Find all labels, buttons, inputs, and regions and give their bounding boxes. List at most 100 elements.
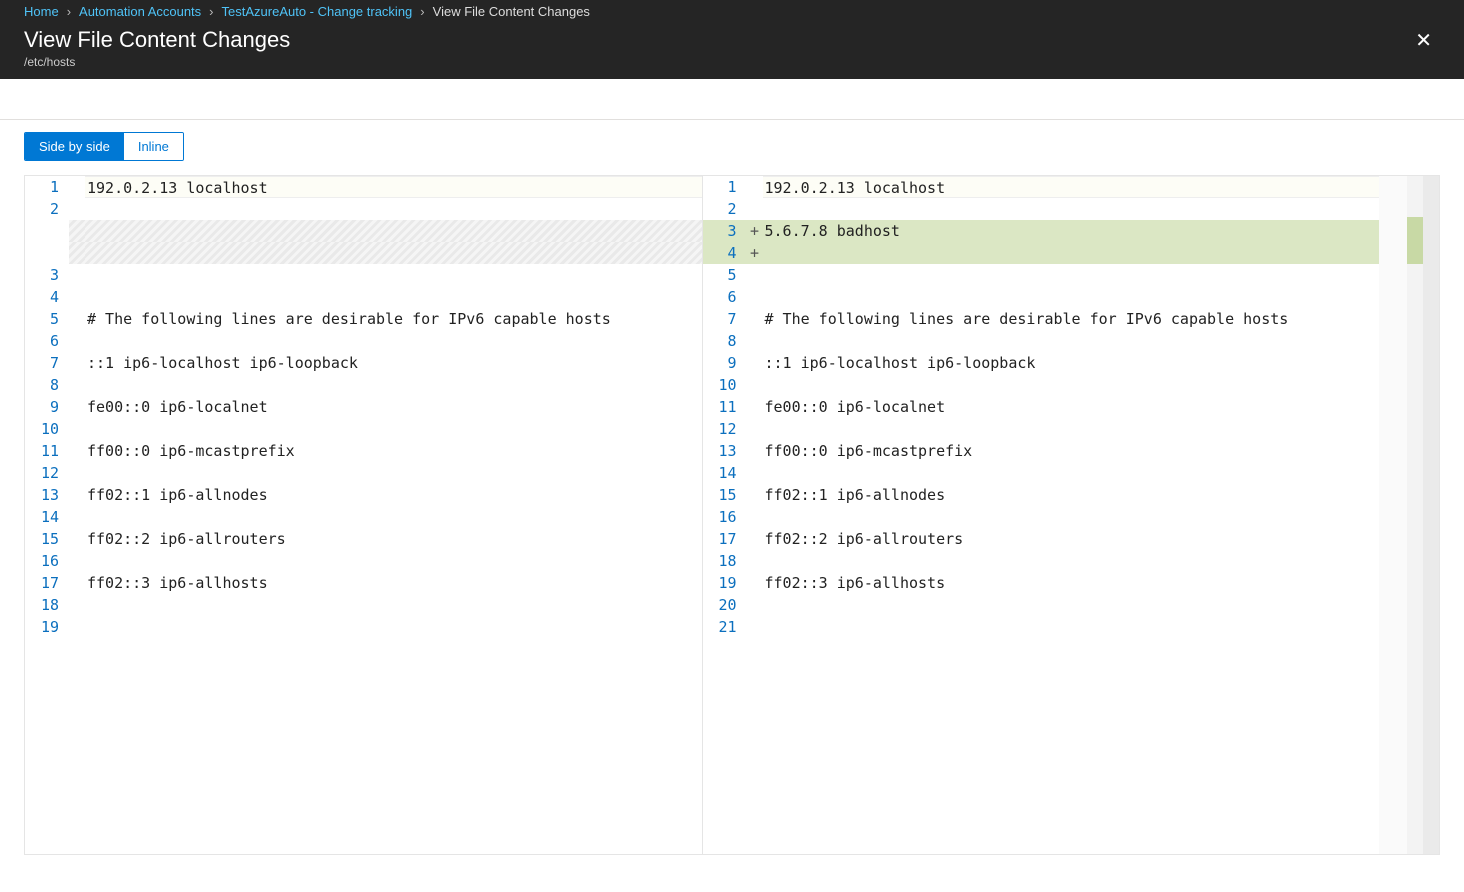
diff-marker bbox=[69, 418, 85, 440]
diff-line[interactable]: 11fe00::0 ip6-localnet bbox=[703, 396, 1380, 418]
line-number: 10 bbox=[25, 418, 69, 440]
code-content: ff00::0 ip6-mcastprefix bbox=[763, 440, 1380, 462]
diff-line[interactable]: 5# The following lines are desirable for… bbox=[25, 308, 702, 330]
code-content bbox=[85, 330, 702, 352]
line-number: 4 bbox=[25, 286, 69, 308]
code-content bbox=[763, 198, 1380, 220]
diff-line[interactable]: 4+ bbox=[703, 242, 1380, 264]
line-number: 16 bbox=[703, 506, 747, 528]
diff-line[interactable]: 20 bbox=[703, 594, 1380, 616]
breadcrumb: Home › Automation Accounts › TestAzureAu… bbox=[0, 0, 1464, 23]
diff-pane-left[interactable]: 1192.0.2.13 localhost2 345# The following… bbox=[25, 176, 703, 854]
diff-container: 1192.0.2.13 localhost2345# The following… bbox=[24, 175, 1440, 855]
scrollbar-vertical[interactable] bbox=[1423, 176, 1439, 854]
code-content: ff02::3 ip6-allhosts bbox=[763, 572, 1380, 594]
line-number bbox=[25, 242, 69, 264]
code-content bbox=[85, 418, 702, 440]
diff-line[interactable]: 13 ff02::1 ip6-allnodes bbox=[25, 484, 702, 506]
diff-marker bbox=[69, 330, 85, 352]
line-number: 15 bbox=[703, 484, 747, 506]
line-number: 11 bbox=[703, 396, 747, 418]
diff-line[interactable]: 5 bbox=[703, 264, 1380, 286]
diff-line[interactable]: 3+5.6.7.8 badhost bbox=[703, 220, 1380, 242]
diff-marker bbox=[69, 484, 85, 506]
diff-line[interactable]: 14 bbox=[703, 462, 1380, 484]
diff-line[interactable]: 8 bbox=[25, 374, 702, 396]
diff-line[interactable]: 11ff00::0 ip6-mcastprefix bbox=[25, 440, 702, 462]
line-number: 14 bbox=[25, 506, 69, 528]
code-content: ff02::2 ip6-allrouters bbox=[763, 528, 1380, 550]
diff-line[interactable]: 6 bbox=[703, 286, 1380, 308]
diff-overview-ruler[interactable] bbox=[1407, 176, 1423, 854]
diff-line[interactable]: 2 bbox=[703, 198, 1380, 220]
diff-line[interactable]: 12 bbox=[703, 418, 1380, 440]
code-content: fe00::0 ip6-localnet bbox=[85, 396, 702, 418]
code-content: ::1 ip6-localhost ip6-loopback bbox=[763, 352, 1380, 374]
diff-line[interactable]: 18 bbox=[25, 594, 702, 616]
diff-marker bbox=[747, 594, 763, 616]
diff-marker bbox=[747, 484, 763, 506]
line-number: 7 bbox=[25, 352, 69, 374]
diff-line[interactable] bbox=[25, 242, 702, 264]
code-content bbox=[763, 242, 1380, 264]
diff-line[interactable]: 19 ff02::3 ip6-allhosts bbox=[703, 572, 1380, 594]
diff-marker bbox=[747, 176, 763, 198]
code-content: # The following lines are desirable for … bbox=[85, 308, 702, 330]
diff-line[interactable]: 15 ff02::1 ip6-allnodes bbox=[703, 484, 1380, 506]
breadcrumb-home[interactable]: Home bbox=[24, 4, 59, 19]
code-content: # The following lines are desirable for … bbox=[763, 308, 1380, 330]
diff-line[interactable]: 8 bbox=[703, 330, 1380, 352]
tab-inline[interactable]: Inline bbox=[124, 133, 183, 160]
diff-line[interactable]: 6 bbox=[25, 330, 702, 352]
breadcrumb-automation-accounts[interactable]: Automation Accounts bbox=[79, 4, 201, 19]
diff-line[interactable]: 7# The following lines are desirable for… bbox=[703, 308, 1380, 330]
diff-line[interactable]: 10 bbox=[703, 374, 1380, 396]
code-content: ff00::0 ip6-mcastprefix bbox=[85, 440, 702, 462]
diff-line[interactable]: 17ff02::2 ip6-allrouters bbox=[703, 528, 1380, 550]
line-number: 19 bbox=[703, 572, 747, 594]
line-number: 13 bbox=[25, 484, 69, 506]
code-content bbox=[763, 616, 1380, 638]
code-content: ff02::1 ip6-allnodes bbox=[85, 484, 702, 506]
code-content bbox=[763, 462, 1380, 484]
tab-side-by-side[interactable]: Side by side bbox=[25, 133, 124, 160]
diff-pane-right[interactable]: 1192.0.2.13 localhost23+5.6.7.8 badhost4… bbox=[703, 176, 1380, 854]
diff-line[interactable]: 12 bbox=[25, 462, 702, 484]
diff-line[interactable]: 16 bbox=[703, 506, 1380, 528]
diff-line[interactable]: 1192.0.2.13 localhost bbox=[703, 176, 1380, 198]
diff-line[interactable]: 4 bbox=[25, 286, 702, 308]
diff-line[interactable]: 1192.0.2.13 localhost bbox=[25, 176, 702, 198]
diff-line[interactable]: 16 bbox=[25, 550, 702, 572]
diff-minimap bbox=[1379, 176, 1407, 854]
page-title: View File Content Changes bbox=[24, 27, 290, 53]
diff-line[interactable]: 13ff00::0 ip6-mcastprefix bbox=[703, 440, 1380, 462]
diff-line[interactable]: 14 bbox=[25, 506, 702, 528]
line-number: 10 bbox=[703, 374, 747, 396]
diff-line[interactable]: 17ff02::3 ip6-allhosts bbox=[25, 572, 702, 594]
line-number: 9 bbox=[25, 396, 69, 418]
diff-line[interactable]: 10 bbox=[25, 418, 702, 440]
diff-marker bbox=[69, 308, 85, 330]
diff-line[interactable]: 9 fe00::0 ip6-localnet bbox=[25, 396, 702, 418]
diff-marker bbox=[69, 506, 85, 528]
page-subtitle: /etc/hosts bbox=[24, 55, 290, 69]
close-button[interactable]: ✕ bbox=[1407, 27, 1440, 55]
diff-line[interactable]: 9::1 ip6-localhost ip6-loopback bbox=[703, 352, 1380, 374]
code-content: 192.0.2.13 localhost bbox=[763, 176, 1380, 198]
diff-marker bbox=[69, 242, 85, 264]
diff-line[interactable]: 18 bbox=[703, 550, 1380, 572]
diff-line[interactable]: 21 bbox=[703, 616, 1380, 638]
diff-line[interactable]: 3 bbox=[25, 264, 702, 286]
line-number: 6 bbox=[25, 330, 69, 352]
diff-line[interactable]: 15ff02::2 ip6-allrouters bbox=[25, 528, 702, 550]
separator-line bbox=[0, 119, 1464, 120]
diff-line[interactable] bbox=[25, 220, 702, 242]
diff-line[interactable]: 19 bbox=[25, 616, 702, 638]
code-content: ff02::1 ip6-allnodes bbox=[763, 484, 1380, 506]
diff-line[interactable]: 7::1 ip6-localhost ip6-loopback bbox=[25, 352, 702, 374]
code-content bbox=[763, 594, 1380, 616]
diff-line[interactable]: 2 bbox=[25, 198, 702, 220]
diff-marker bbox=[747, 264, 763, 286]
breadcrumb-change-tracking[interactable]: TestAzureAuto - Change tracking bbox=[222, 4, 413, 19]
code-content: ff02::3 ip6-allhosts bbox=[85, 572, 702, 594]
